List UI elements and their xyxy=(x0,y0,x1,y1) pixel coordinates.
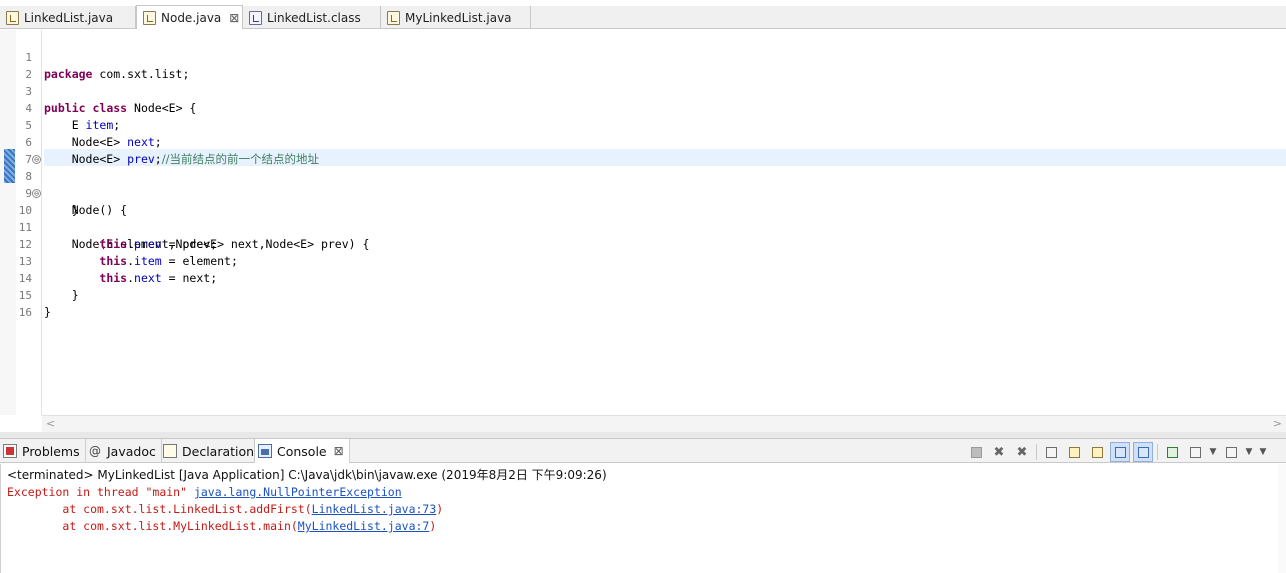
console-status: <terminated> MyLinkedList [Java Applicat… xyxy=(7,468,607,482)
open-console-dropdown[interactable]: ▼ xyxy=(1244,442,1254,462)
tab-javadoc[interactable]: @ Javadoc xyxy=(85,439,162,463)
code-line: 4 E item; xyxy=(0,83,1286,132)
code-line: 10 ⊖ Node(E element,Node<E> next,Node<E>… xyxy=(0,185,1286,251)
display-console-button[interactable] xyxy=(1185,442,1205,462)
code-line: 11 this.prev = prev; xyxy=(0,202,1286,251)
fold-collapse-icon[interactable]: ⊖ xyxy=(32,189,41,198)
error-text: at com.sxt.list.LinkedList.addFirst( xyxy=(7,502,312,516)
code-line: 9 } xyxy=(0,168,1286,217)
tab-label: MyLinkedList.java xyxy=(405,10,512,25)
java-file-icon xyxy=(6,10,19,25)
chevron-down-icon: ▼ xyxy=(1245,447,1253,457)
horizontal-scrollbar[interactable]: < > xyxy=(42,415,1286,432)
error-text: Exception in thread "main" xyxy=(7,485,194,499)
console-icon xyxy=(258,444,272,458)
tab-label: Declaration xyxy=(182,443,255,459)
code-line: 16 xyxy=(0,287,1286,319)
display-console-dropdown[interactable]: ▼ xyxy=(1208,442,1218,462)
pin-icon xyxy=(1166,446,1178,458)
code-text: } xyxy=(44,305,51,319)
code-line: 15 } xyxy=(0,270,1286,319)
console-line: at com.sxt.list.MyLinkedList.main(MyLink… xyxy=(7,518,436,535)
remove-all-terminated-button[interactable]: ✖ xyxy=(1012,442,1032,462)
show-on-stderr-button[interactable] xyxy=(1133,442,1153,462)
clear-console-button[interactable] xyxy=(1041,442,1061,462)
code-line: 5 Node<E> next; xyxy=(0,100,1286,149)
toolbar-separator xyxy=(1157,444,1158,460)
tab-label: Node.java xyxy=(161,10,222,25)
chevron-down-icon: ▼ xyxy=(1209,447,1217,457)
code-line: 12 this.item = element; xyxy=(0,219,1286,268)
fold-collapse-icon[interactable]: ⊖ xyxy=(32,155,41,164)
show-stderr-icon xyxy=(1137,446,1149,458)
close-icon[interactable]: ⊠ xyxy=(334,444,344,458)
tab-mylinkedlist-java[interactable]: MyLinkedList.java xyxy=(381,6,531,29)
pin-console-button[interactable] xyxy=(1162,442,1182,462)
display-console-icon xyxy=(1189,446,1201,458)
tab-console[interactable]: Console ⊠ xyxy=(254,439,350,463)
tab-problems[interactable]: Problems xyxy=(0,439,86,463)
line-number: 16 xyxy=(18,306,32,319)
stop-icon xyxy=(970,446,982,458)
show-stdout-icon xyxy=(1114,446,1126,458)
remove-all-icon: ✖ xyxy=(1016,444,1028,460)
scroll-lock-button[interactable] xyxy=(1064,442,1084,462)
tab-linkedlist-class[interactable]: LinkedList.class xyxy=(243,6,381,29)
code-editor[interactable]: 1 package com.sxt.list; 2 3 public class… xyxy=(0,30,1286,432)
console-line: Exception in thread "main" java.lang.Nul… xyxy=(7,484,402,501)
open-console-button[interactable] xyxy=(1221,442,1241,462)
word-wrap-button[interactable] xyxy=(1087,442,1107,462)
clear-console-icon xyxy=(1045,446,1057,458)
vertical-scrollbar[interactable] xyxy=(1278,464,1286,573)
code-line-current: 8 ⊖ Node() { xyxy=(0,151,1286,217)
error-text: ) xyxy=(436,502,444,516)
view-menu-icon: ▼ xyxy=(1259,447,1267,457)
code-line: 1 package com.sxt.list; xyxy=(0,32,1286,81)
error-text: ) xyxy=(429,519,437,533)
remove-launch-button[interactable]: ✖ xyxy=(989,442,1009,462)
show-on-stdout-button[interactable] xyxy=(1110,442,1130,462)
code-line: 14 } xyxy=(0,253,1286,302)
word-wrap-icon xyxy=(1091,446,1103,458)
tab-label: Console xyxy=(277,443,327,459)
tab-node-java[interactable]: Node.java ⊠ xyxy=(136,5,243,29)
stack-trace-link[interactable]: MyLinkedList.java:7 xyxy=(298,519,430,533)
scroll-right-icon[interactable]: > xyxy=(1273,417,1282,430)
java-file-icon xyxy=(143,10,156,25)
scroll-lock-icon xyxy=(1068,446,1080,458)
code-line: 7 xyxy=(0,134,1286,166)
view-menu-button[interactable]: ▼ xyxy=(1257,442,1269,462)
editor-tab-bar: LinkedList.java Node.java ⊠ LinkedList.c… xyxy=(0,5,1286,29)
exception-link[interactable]: java.lang.NullPointerException xyxy=(194,485,402,499)
code-line: 3 public class Node<E> { xyxy=(0,66,1286,115)
tab-declaration[interactable]: Declaration xyxy=(160,439,261,463)
tab-label: LinkedList.java xyxy=(24,10,114,25)
problems-icon xyxy=(3,444,17,458)
code-line: 6 Node<E> prev;//当前结点的前一个结点的地址 xyxy=(0,117,1286,166)
code-line: 13 this.next = next; xyxy=(0,236,1286,285)
java-file-icon xyxy=(387,10,400,25)
error-text: at com.sxt.list.MyLinkedList.main( xyxy=(7,519,298,533)
tab-linkedlist-java[interactable]: LinkedList.java xyxy=(0,6,136,29)
declaration-icon xyxy=(163,444,177,458)
code-line: 2 xyxy=(0,49,1286,81)
remove-icon: ✖ xyxy=(993,444,1005,460)
stack-trace-link[interactable]: LinkedList.java:73 xyxy=(312,502,437,516)
console-line: at com.sxt.list.LinkedList.addFirst(Link… xyxy=(7,501,443,518)
console-toolbar: ✖ ✖ ▼ ▼ ▼ xyxy=(966,442,1272,462)
tab-label: Problems xyxy=(22,443,80,459)
open-console-icon xyxy=(1225,446,1237,458)
tab-label: LinkedList.class xyxy=(267,10,361,25)
toolbar-separator xyxy=(1036,444,1037,460)
console-output[interactable]: <terminated> MyLinkedList [Java Applicat… xyxy=(0,464,1286,573)
tab-label: Javadoc xyxy=(107,443,156,459)
scroll-left-icon[interactable]: < xyxy=(46,417,55,430)
terminate-button[interactable] xyxy=(966,442,986,462)
close-icon[interactable]: ⊠ xyxy=(229,11,239,25)
javadoc-icon: @ xyxy=(89,444,101,458)
class-file-icon xyxy=(249,10,262,25)
view-tab-bar: Problems @ Javadoc Declaration Console ⊠… xyxy=(0,438,1286,463)
